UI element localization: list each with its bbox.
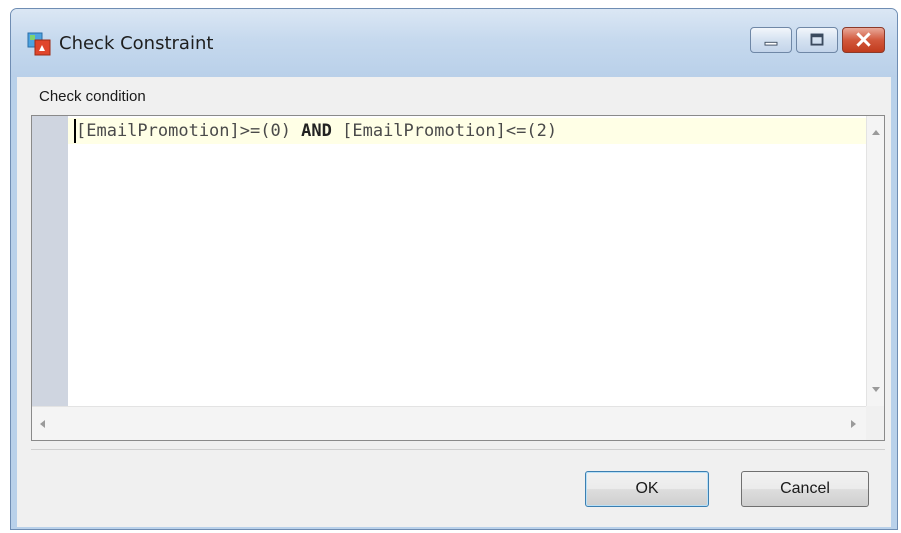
code-text-area[interactable]: [EmailPromotion]>=(0) AND [EmailPromotio… xyxy=(68,116,866,406)
code-segment: [EmailPromotion]<=(2) xyxy=(331,121,558,141)
vertical-scrollbar[interactable] xyxy=(866,116,884,406)
condition-editor[interactable]: [EmailPromotion]>=(0) AND [EmailPromotio… xyxy=(31,115,885,441)
line-gutter xyxy=(32,116,68,406)
maximize-button[interactable] xyxy=(796,27,838,53)
title-bar[interactable]: Check Constraint xyxy=(11,9,897,77)
code-keyword: AND xyxy=(301,121,332,141)
label-row: Check condition xyxy=(17,77,891,113)
footer-separator xyxy=(31,449,885,450)
check-constraint-window: Check Constraint Check condition [EmailP… xyxy=(10,8,898,530)
constraint-app-icon xyxy=(27,32,51,56)
close-button[interactable] xyxy=(842,27,885,53)
check-condition-label: Check condition xyxy=(39,88,146,105)
condition-code[interactable]: [EmailPromotion]>=(0) AND [EmailPromotio… xyxy=(76,120,557,142)
dialog-content: Check condition [EmailPromotion]>=(0) AN… xyxy=(17,77,891,527)
ok-button[interactable]: OK xyxy=(585,471,709,507)
horizontal-scrollbar[interactable] xyxy=(32,406,866,440)
minimize-icon xyxy=(764,41,778,46)
scrollbar-corner xyxy=(866,406,884,440)
cancel-button[interactable]: Cancel xyxy=(741,471,869,507)
scroll-up-arrow-icon[interactable] xyxy=(871,128,881,136)
minimize-button[interactable] xyxy=(750,27,792,53)
close-icon xyxy=(856,32,871,47)
window-title: Check Constraint xyxy=(59,33,214,54)
caption-buttons xyxy=(746,27,885,55)
scroll-right-arrow-icon[interactable] xyxy=(850,419,858,429)
maximize-icon xyxy=(810,33,824,46)
scroll-left-arrow-icon[interactable] xyxy=(38,419,46,429)
code-segment: [EmailPromotion]>=(0) xyxy=(76,121,302,141)
scroll-down-arrow-icon[interactable] xyxy=(871,386,881,394)
